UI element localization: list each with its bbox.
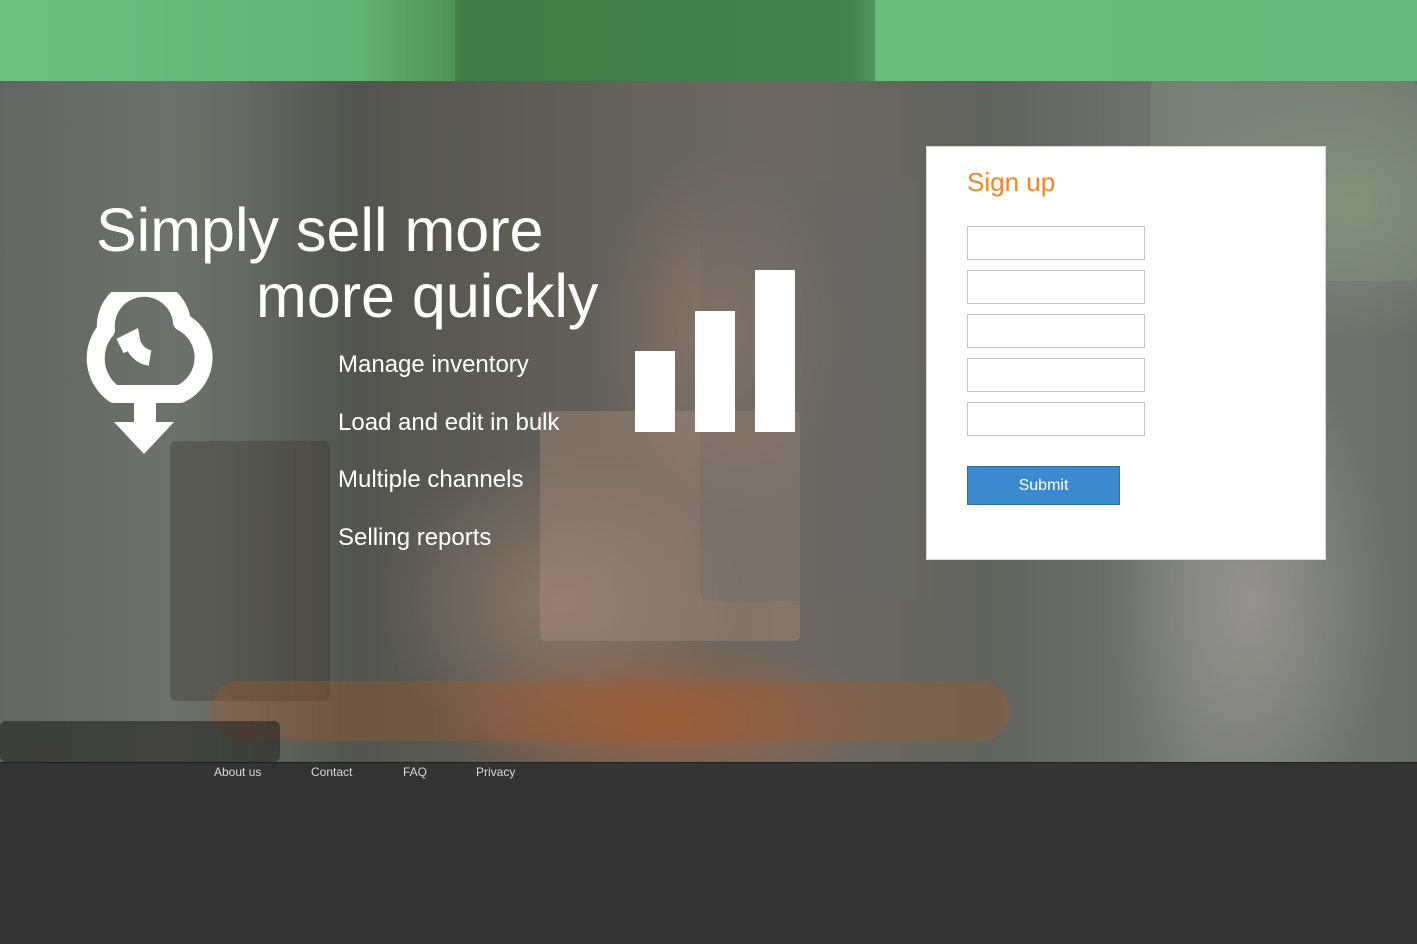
feature-multiple-channels: Multiple channels [338, 466, 524, 493]
headline-line-2: more quickly [256, 262, 599, 330]
feature-load-edit-bulk: Load and edit in bulk [338, 409, 560, 436]
footer: About us Contact FAQ Privacy [0, 762, 1417, 944]
feature-manage-inventory: Manage inventory [338, 351, 529, 378]
signup-title: Sign up [967, 167, 1056, 197]
signup-field-3[interactable] [967, 314, 1145, 348]
footer-link-faq[interactable]: FAQ [403, 765, 427, 779]
signup-field-5[interactable] [967, 402, 1145, 436]
feature-selling-reports: Selling reports [338, 524, 492, 551]
submit-button[interactable]: Submit [967, 466, 1120, 505]
signup-panel: Sign up Submit [926, 146, 1326, 560]
footer-link-contact[interactable]: Contact [311, 765, 352, 779]
signup-field-2[interactable] [967, 270, 1145, 304]
bar-chart-icon [635, 270, 795, 432]
footer-link-about-us[interactable]: About us [214, 765, 261, 779]
signup-field-1[interactable] [967, 226, 1145, 260]
headline-line-1: Simply sell more [96, 196, 544, 264]
footer-link-privacy[interactable]: Privacy [476, 765, 515, 779]
top-banner [0, 0, 1417, 81]
signup-field-4[interactable] [967, 358, 1145, 392]
cloud-download-icon [86, 292, 213, 454]
